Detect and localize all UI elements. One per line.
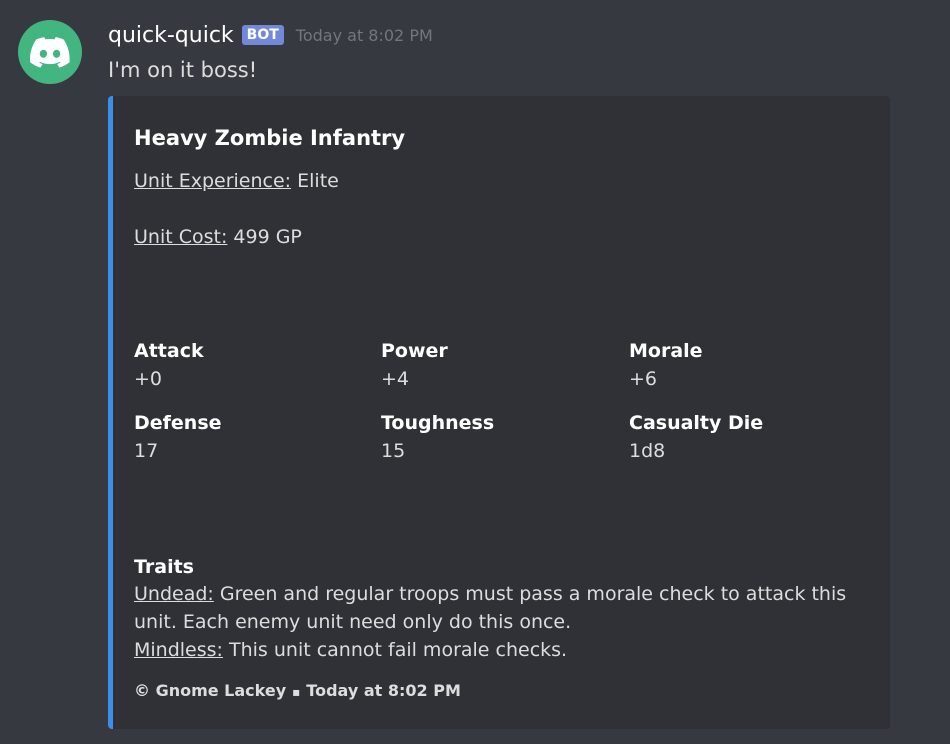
field-value: +0 [134, 368, 163, 390]
field-name: Power [381, 340, 448, 362]
field-value: +6 [629, 368, 658, 390]
field-morale: Morale +6 [629, 340, 869, 390]
unit-cost-value: 499 GP [233, 226, 302, 248]
unit-cost-line: Unit Cost: 499 GP [134, 226, 302, 248]
field-value: +4 [381, 368, 410, 390]
unit-experience-line: Unit Experience: Elite [134, 170, 339, 192]
trait-mindless-label: Mindless: [134, 639, 223, 661]
field-attack: Attack +0 [134, 340, 374, 390]
username[interactable]: quick-quick [108, 23, 234, 48]
message-header: quick-quick BOT Today at 8:02 PM [108, 20, 433, 50]
traits-section: Traits Undead: Green and regular troops … [134, 556, 846, 664]
field-power: Power +4 [381, 340, 621, 390]
traits-heading: Traits [134, 556, 194, 578]
unit-experience-value: Elite [297, 170, 339, 192]
field-value: 1d8 [629, 440, 666, 462]
field-name: Morale [629, 340, 703, 362]
field-name: Attack [134, 340, 204, 362]
trait-mindless-text: This unit cannot fail morale checks. [229, 639, 568, 661]
field-name: Casualty Die [629, 412, 764, 434]
discord-logo-icon [30, 36, 70, 68]
bot-avatar[interactable] [18, 20, 82, 84]
field-value: 15 [381, 440, 406, 462]
field-value: 17 [134, 440, 159, 462]
field-defense: Defense 17 [134, 412, 374, 462]
footer-separator: ▪ [292, 685, 301, 699]
unit-experience-label: Unit Experience: [134, 170, 292, 192]
trait-undead-label: Undead: [134, 583, 214, 605]
field-casualty-die: Casualty Die 1d8 [629, 412, 869, 462]
footer-timestamp: Today at 8:02 PM [306, 681, 461, 700]
message-content: I'm on it boss! [108, 58, 258, 82]
trait-undead-text: Green and regular troops must pass a mor… [219, 583, 847, 605]
field-toughness: Toughness 15 [381, 412, 621, 462]
chat-message: quick-quick BOT Today at 8:02 PM I'm on … [0, 0, 950, 744]
field-name: Toughness [381, 412, 495, 434]
unit-cost-label: Unit Cost: [134, 226, 228, 248]
trait-undead-line-2: unit. Each enemy unit need only do this … [134, 611, 572, 633]
bot-tag: BOT [241, 25, 284, 45]
trait-undead-line-1: Undead: Green and regular troops must pa… [134, 580, 846, 608]
message-timestamp: Today at 8:02 PM [295, 25, 433, 45]
embed-footer: © Gnome Lackey ▪ Today at 8:02 PM [134, 681, 461, 700]
trait-mindless-line: Mindless: This unit cannot fail morale c… [134, 636, 834, 664]
embed-card: Heavy Zombie Infantry Unit Experience: E… [108, 96, 890, 729]
footer-text: © Gnome Lackey [134, 681, 287, 700]
embed-title: Heavy Zombie Infantry [134, 126, 406, 150]
field-name: Defense [134, 412, 222, 434]
